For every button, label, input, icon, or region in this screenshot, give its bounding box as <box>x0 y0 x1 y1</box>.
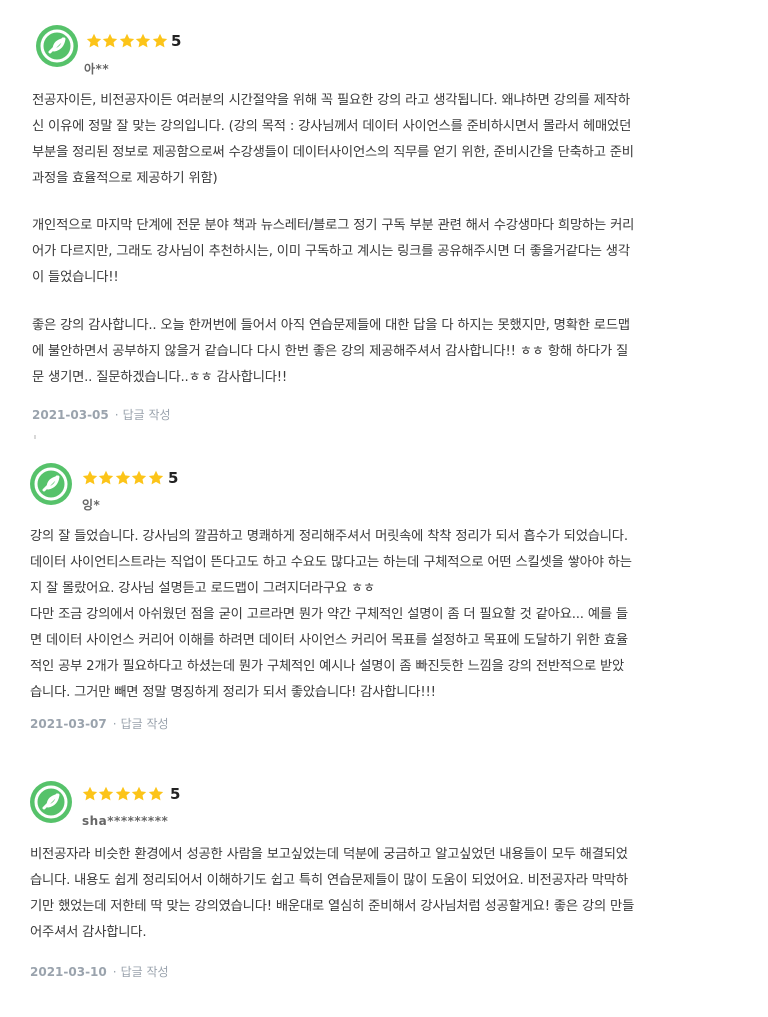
leaf-icon <box>34 467 68 501</box>
separator: · <box>114 408 119 422</box>
review-meta: 2021-03-05 · 답글 작성 <box>32 406 171 423</box>
star-icon <box>152 33 168 49</box>
star-icon <box>98 470 114 486</box>
review-paragraph: 전공자이든, 비전공자이든 여러분의 시간절약을 위해 꼭 필요한 강의 라고 … <box>32 93 634 186</box>
avatar[interactable] <box>30 463 72 505</box>
star-icon <box>98 786 114 802</box>
star-icon <box>131 786 147 802</box>
star-icon <box>115 470 131 486</box>
divider-mark <box>34 435 36 439</box>
avatar[interactable] <box>36 25 78 67</box>
reply-link[interactable]: 답글 작성 <box>121 965 169 979</box>
star-rating <box>86 32 168 50</box>
review-paragraph: 개인적으로 마지막 단계에 전문 분야 책과 뉴스레터/블로그 정기 구독 부분… <box>32 218 635 285</box>
star-icon <box>115 786 131 802</box>
separator: · <box>112 717 117 731</box>
leaf-icon <box>34 785 68 819</box>
reply-link[interactable]: 답글 작성 <box>121 717 169 731</box>
review-paragraph: 강의 잘 들었습니다. 강사님의 깔끔하고 명쾌하게 정리해주셔서 머릿속에 착… <box>30 529 632 700</box>
rating-score: 5 <box>170 785 181 803</box>
rating-score: 5 <box>171 32 182 50</box>
rating-score: 5 <box>168 469 179 487</box>
star-icon <box>131 470 147 486</box>
star-icon <box>82 470 98 486</box>
author-name: 잉* <box>82 498 101 512</box>
star-icon <box>82 786 98 802</box>
author-name: sha********* <box>82 814 169 828</box>
review-date: 2021-03-05 <box>32 408 109 422</box>
star-icon <box>135 33 151 49</box>
star-rating <box>82 785 164 803</box>
star-icon <box>86 33 102 49</box>
star-icon <box>119 33 135 49</box>
review-date: 2021-03-07 <box>30 717 107 731</box>
avatar[interactable] <box>30 781 72 823</box>
star-icon <box>148 786 164 802</box>
star-icon <box>102 33 118 49</box>
author-name: 아** <box>84 62 110 76</box>
star-rating <box>82 469 164 487</box>
star-icon <box>148 470 164 486</box>
review-meta: 2021-03-10 · 답글 작성 <box>30 963 169 980</box>
separator: · <box>112 965 117 979</box>
leaf-icon <box>40 29 74 63</box>
reply-link[interactable]: 답글 작성 <box>123 408 171 422</box>
review-date: 2021-03-10 <box>30 965 107 979</box>
review-paragraph: 좋은 강의 감사합니다.. 오늘 한꺼번에 들어서 아직 연습문제들에 대한 답… <box>32 318 630 385</box>
review-meta: 2021-03-07 · 답글 작성 <box>30 715 169 732</box>
review-paragraph: 비전공자라 비슷한 환경에서 성공한 사람을 보고싶었는데 덕분에 궁금하고 알… <box>30 847 635 940</box>
